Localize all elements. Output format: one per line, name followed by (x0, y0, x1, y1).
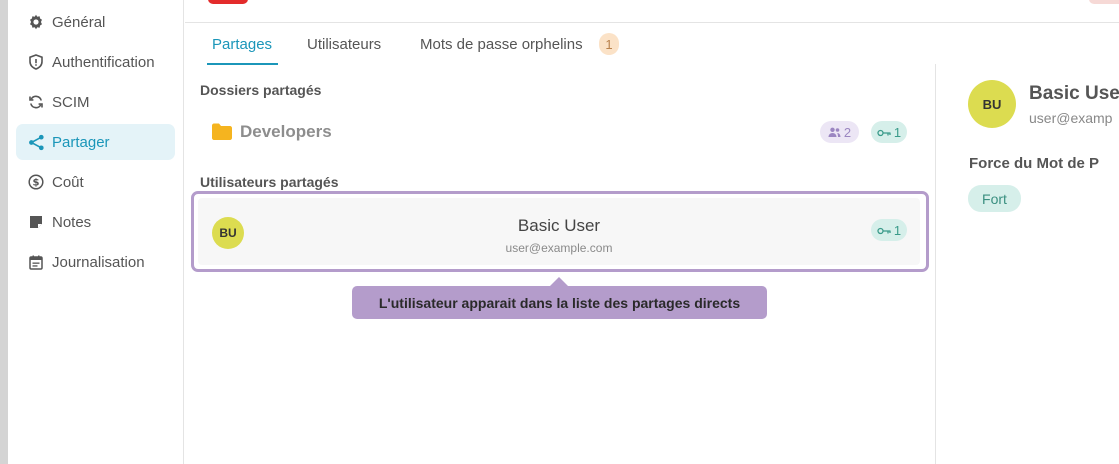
detail-avatar: BU (968, 80, 1016, 128)
svg-text:$: $ (33, 178, 40, 189)
passwords-count: 1 (893, 222, 902, 238)
calendar-icon (27, 253, 45, 271)
gear-icon (27, 13, 45, 31)
folder-name: Developers (240, 122, 332, 141)
dollar-icon: $ (27, 173, 45, 191)
sidebar-item-label: Notes (52, 213, 92, 231)
user-email: user@example.com (505, 241, 613, 255)
shared-user-card: BU Basic User user@example.com 1 (198, 198, 920, 265)
secondary-button[interactable] (1089, 0, 1119, 4)
tab-utilisateurs[interactable]: Utilisateurs (307, 36, 381, 53)
shield-icon (27, 53, 45, 71)
share-icon (27, 133, 45, 151)
window-edge (0, 0, 8, 464)
sidebar-item-scim[interactable]: SCIM (16, 84, 175, 120)
sidebar-item-label: Journalisation (52, 253, 145, 271)
members-count: 2 (843, 124, 852, 140)
sidebar: Général Authentification SCIM Partager $… (8, 0, 184, 464)
top-bar (185, 0, 1119, 23)
sidebar-item-label: Coût (52, 173, 84, 191)
tooltip-arrow (550, 277, 568, 286)
sidebar-item-cout[interactable]: $ Coût (16, 164, 175, 200)
user-name: Basic User (517, 216, 601, 235)
key-icon (877, 223, 891, 238)
tab-partages[interactable]: Partages (212, 36, 272, 53)
sidebar-item-general[interactable]: Général (16, 4, 175, 40)
orphan-count-badge: 1 (599, 33, 619, 55)
note-icon (27, 213, 45, 231)
tab-mots-de-passe-orphelins[interactable]: Mots de passe orphelins (420, 36, 583, 53)
active-tab-indicator (207, 63, 278, 65)
sidebar-item-label: Authentification (52, 53, 155, 71)
tab-bar: Partages Utilisateurs Mots de passe orph… (185, 30, 935, 65)
passwords-count-badge: 1 (871, 219, 907, 241)
sidebar-item-authentification[interactable]: Authentification (16, 44, 175, 80)
shared-user-row[interactable]: BU Basic User user@example.com 1 (191, 191, 929, 272)
folder-icon (212, 123, 232, 145)
passwords-count: 1 (893, 124, 902, 140)
tooltip: L'utilisateur apparait dans la liste des… (352, 286, 767, 319)
sidebar-item-label: Général (52, 13, 106, 31)
sidebar-item-label: Partager (52, 133, 110, 151)
detail-user-name: Basic Use (1029, 83, 1119, 104)
sidebar-item-partager[interactable]: Partager (16, 124, 175, 160)
sync-icon (27, 93, 45, 111)
shared-folders-title: Dossiers partagés (200, 82, 322, 98)
members-count-badge: 2 (820, 121, 859, 143)
password-strength-title: Force du Mot de P (969, 155, 1100, 172)
detail-user-email: user@examp (1029, 110, 1113, 126)
sidebar-item-journalisation[interactable]: Journalisation (16, 244, 175, 280)
passwords-count-badge: 1 (871, 121, 907, 143)
users-icon (828, 125, 841, 140)
user-detail-panel: BU Basic Use user@examp Force du Mot de … (936, 64, 1119, 464)
shared-users-title: Utilisateurs partagés (200, 174, 339, 190)
key-icon (877, 125, 891, 140)
sidebar-item-notes[interactable]: Notes (16, 204, 175, 240)
password-strength-badge: Fort (968, 185, 1021, 212)
sidebar-item-label: SCIM (52, 93, 90, 111)
danger-button[interactable] (208, 0, 248, 4)
shared-folder-row[interactable]: Developers 2 1 (200, 112, 920, 152)
